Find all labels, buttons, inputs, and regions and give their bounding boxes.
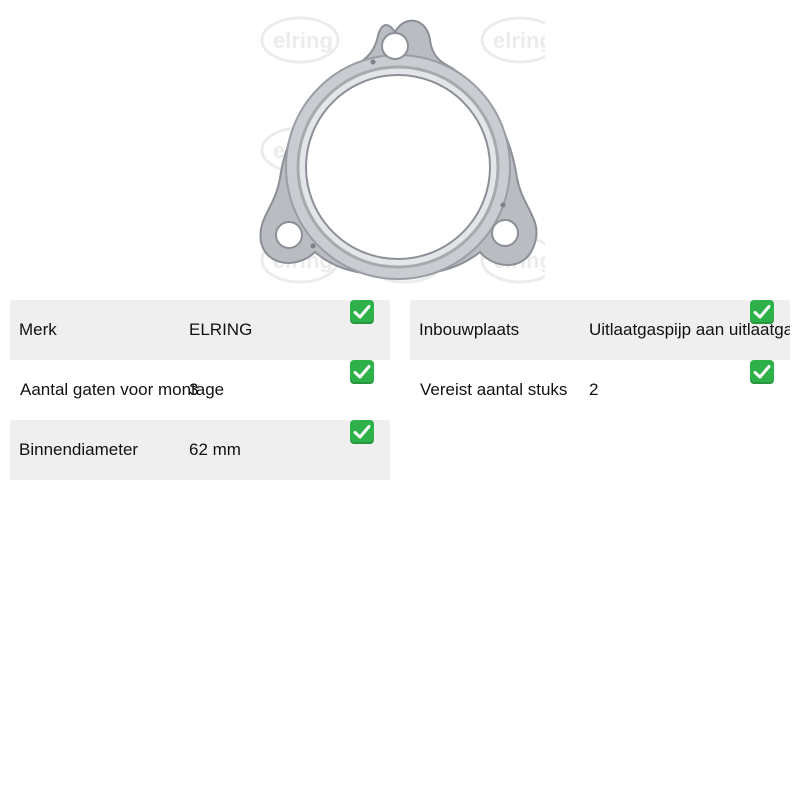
spec-label: Binnendiameter (19, 440, 139, 459)
spec-value: 3 (189, 380, 199, 399)
check-icon (350, 420, 374, 444)
spec-label: Vereist aantal stuks (420, 380, 568, 399)
check-icon (750, 360, 774, 384)
spec-row: Binnendiameter 62 mm (10, 420, 390, 480)
watermark-text: elring (493, 28, 545, 53)
spec-row: Inbouwplaats Uitlaatgaspijp aan uitlaatg… (410, 300, 790, 360)
spec-row: Aantal gaten voor montage 3 (10, 360, 390, 420)
watermark-text: elring (273, 28, 333, 53)
spec-value: ELRING (189, 320, 253, 339)
product-image: elring elring elring elring elring elrin… (255, 10, 545, 290)
spec-row: Merk ELRING (10, 300, 390, 360)
spec-value: 2 (589, 380, 599, 399)
gasket-image: elring elring elring elring elring elrin… (259, 16, 545, 284)
check-icon (350, 300, 374, 324)
spec-value: 62 mm (189, 440, 241, 459)
check-icon (750, 300, 774, 324)
gasket (259, 19, 538, 280)
spec-row: Vereist aantal stuks 2 (410, 360, 790, 420)
spec-label: Inbouwplaats (419, 320, 520, 339)
check-icon (350, 360, 374, 384)
spec-label: Merk (19, 320, 57, 339)
